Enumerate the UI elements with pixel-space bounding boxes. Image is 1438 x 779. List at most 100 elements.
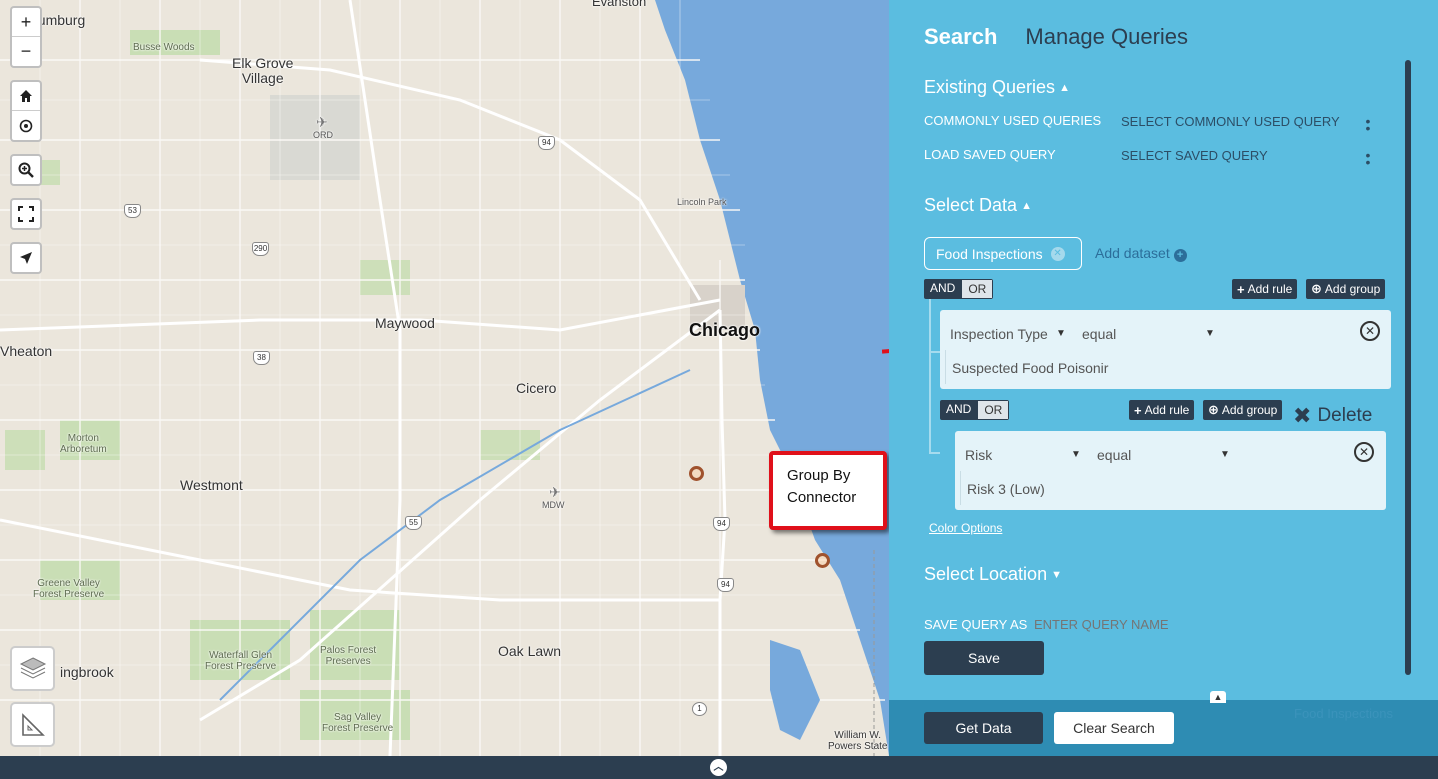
map-label-maywood: Maywood bbox=[375, 315, 435, 331]
outer-group-connector: AND OR bbox=[924, 279, 994, 299]
home-button[interactable] bbox=[12, 82, 40, 111]
chevron-up-icon: ▲ bbox=[1059, 82, 1070, 95]
airport-icon: ✈ bbox=[549, 484, 561, 500]
map-label-cicero: Cicero bbox=[516, 380, 557, 396]
select-data-header[interactable]: Select Data ▲ bbox=[924, 195, 1032, 216]
map-view[interactable]: aumburg Evanston Busse Woods Elk Grove V… bbox=[0, 0, 889, 756]
add-rule-button[interactable]: + Add rule bbox=[1232, 279, 1298, 299]
layers-icon bbox=[19, 656, 46, 679]
callout-text: Group By Connector bbox=[787, 467, 857, 506]
caret-down-icon: ▼ bbox=[1205, 328, 1215, 339]
save-button[interactable]: Save bbox=[924, 641, 1044, 675]
layers-button[interactable] bbox=[10, 646, 55, 691]
map-label-greene-valley: Greene Valley Forest Preserve bbox=[33, 578, 105, 600]
rule-value-input[interactable]: Risk 3 (Low) bbox=[967, 481, 1045, 497]
action-bar: ▲ Get Data Clear Search Food Inspections bbox=[889, 691, 1438, 756]
tab-manage-queries[interactable]: Manage Queries bbox=[1025, 24, 1188, 50]
chevron-up-icon[interactable]: ︿ bbox=[710, 759, 727, 776]
map-tiles bbox=[0, 0, 889, 756]
plus-circle-icon: + bbox=[1173, 249, 1187, 262]
panel-scrollbar[interactable] bbox=[1405, 60, 1411, 675]
add-rule-button[interactable]: + Add rule bbox=[1129, 400, 1195, 420]
kebab-menu-icon[interactable]: • • bbox=[1365, 114, 1371, 135]
add-group-button[interactable]: ⊕ Add group bbox=[1306, 279, 1386, 299]
inner-group-connector: AND OR bbox=[940, 400, 1010, 420]
zoom-in-button[interactable]: + bbox=[12, 8, 40, 37]
map-label-morton: Morton Arboretum bbox=[60, 433, 107, 455]
map-label-westmont: Westmont bbox=[180, 477, 243, 493]
zoom-box-button[interactable] bbox=[10, 154, 42, 186]
or-toggle[interactable]: OR bbox=[961, 279, 994, 299]
map-label-busse-woods: Busse Woods bbox=[133, 42, 195, 53]
get-data-button[interactable]: Get Data bbox=[924, 712, 1043, 744]
add-rule-label: Add rule bbox=[1144, 403, 1190, 417]
or-toggle[interactable]: OR bbox=[977, 400, 1010, 420]
highway-shield: 94 bbox=[713, 517, 730, 531]
zoom-control: + − bbox=[10, 6, 42, 68]
map-label-ord: ORD bbox=[313, 130, 333, 140]
color-options-link[interactable]: Color Options bbox=[929, 521, 1002, 535]
delete-group-button[interactable]: ✖ Delete bbox=[1293, 403, 1372, 429]
map-marker[interactable] bbox=[815, 553, 830, 568]
rule-field-select[interactable]: Risk bbox=[965, 447, 992, 463]
locate-button[interactable] bbox=[12, 111, 40, 140]
rule-operator-select[interactable]: equal bbox=[1097, 447, 1131, 463]
plus-circle-icon: ⊕ bbox=[1311, 281, 1322, 296]
caret-down-icon: ▼ bbox=[1220, 449, 1230, 460]
remove-dataset-icon[interactable]: ✕ bbox=[1050, 246, 1065, 261]
caret-down-icon: ▼ bbox=[1056, 328, 1066, 339]
map-label-williams: William W. Powers State bbox=[828, 730, 888, 752]
group-by-connector-callout: Group By Connector bbox=[769, 451, 887, 530]
plus-circle-icon: ⊕ bbox=[1208, 402, 1219, 417]
fullscreen-button[interactable] bbox=[10, 198, 42, 230]
map-label-mdw: MDW bbox=[542, 500, 565, 510]
measure-button[interactable] bbox=[10, 702, 55, 747]
map-label-evanston: Evanston bbox=[592, 0, 647, 9]
close-icon: ✖ bbox=[1293, 403, 1312, 428]
zoom-out-button[interactable]: − bbox=[12, 37, 40, 66]
rule-value-input[interactable]: Suspected Food Poisonir bbox=[952, 360, 1108, 376]
chevron-up-icon[interactable]: ▲ bbox=[1210, 691, 1226, 703]
map-label-wheaton: Vheaton bbox=[0, 343, 53, 359]
highway-shield: 290 bbox=[252, 242, 269, 256]
commonly-used-label: COMMONLY USED QUERIES bbox=[924, 113, 1102, 128]
highway-shield: 1 bbox=[692, 702, 707, 716]
remove-rule-icon[interactable]: ✕ bbox=[1354, 442, 1374, 462]
load-saved-select[interactable]: SELECT SAVED QUERY bbox=[1121, 148, 1268, 163]
map-label-elk-grove: Elk Grove Village bbox=[232, 55, 294, 86]
existing-queries-header[interactable]: Existing Queries ▲ bbox=[924, 77, 1070, 98]
highway-shield: 53 bbox=[124, 204, 141, 218]
rule-operator-select[interactable]: equal bbox=[1082, 326, 1116, 342]
tree-connector-line bbox=[929, 351, 940, 353]
load-saved-label: LOAD SAVED QUERY bbox=[924, 147, 1056, 162]
add-rule-label: Add rule bbox=[1247, 282, 1293, 296]
highway-shield: 94 bbox=[538, 136, 555, 150]
map-label-palos: Palos Forest Preserves bbox=[320, 645, 377, 667]
legend-entry: Food Inspections bbox=[1294, 706, 1394, 721]
save-query-label: SAVE QUERY AS bbox=[924, 617, 1028, 632]
and-toggle[interactable]: AND bbox=[940, 400, 978, 420]
select-location-header[interactable]: Select Location ▼ bbox=[924, 564, 1062, 585]
query-name-input[interactable] bbox=[1034, 617, 1234, 632]
rule-inspection-type: Inspection Type ▼ equal ▼ Suspected Food… bbox=[940, 310, 1391, 389]
locate-me-button[interactable] bbox=[10, 242, 42, 274]
remove-rule-icon[interactable]: ✕ bbox=[1360, 321, 1380, 341]
select-location-title: Select Location bbox=[924, 564, 1048, 584]
kebab-menu-icon[interactable]: • • bbox=[1365, 148, 1371, 169]
clear-search-button[interactable]: Clear Search bbox=[1054, 712, 1174, 744]
panel-tabs: Search Manage Queries bbox=[924, 24, 1188, 50]
fullscreen-icon bbox=[18, 206, 34, 222]
value-divider bbox=[945, 350, 946, 384]
tab-search[interactable]: Search bbox=[924, 24, 997, 50]
add-group-button[interactable]: ⊕ Add group bbox=[1203, 400, 1283, 420]
dataset-pill[interactable]: Food Inspections ✕ bbox=[924, 237, 1082, 270]
commonly-used-select[interactable]: SELECT COMMONLY USED QUERY bbox=[1121, 114, 1340, 129]
map-label-bolingbrook: ingbrook bbox=[60, 664, 114, 680]
and-toggle[interactable]: AND bbox=[924, 279, 962, 299]
rule-field-select[interactable]: Inspection Type bbox=[950, 326, 1048, 342]
add-dataset-link[interactable]: Add dataset + bbox=[1095, 245, 1187, 262]
map-marker[interactable] bbox=[689, 466, 704, 481]
add-dataset-label: Add dataset bbox=[1095, 245, 1170, 261]
dataset-name: Food Inspections bbox=[936, 245, 1043, 262]
nav-control bbox=[10, 80, 42, 142]
